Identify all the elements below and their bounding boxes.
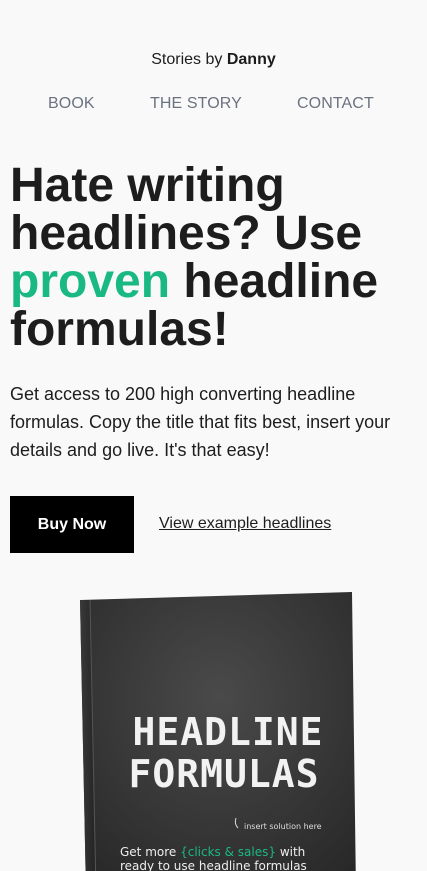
brand-name: Danny <box>226 51 276 68</box>
hero-description: Get access to 200 high converting headli… <box>10 384 391 460</box>
hero-headline: Hate writing headlines? Use proven headl… <box>10 162 420 354</box>
view-examples-link[interactable]: View example headlines <box>159 515 331 533</box>
brand-title: Stories by Danny <box>0 51 427 69</box>
book-tagline-line-2: ready to use headline formulas <box>120 859 307 871</box>
headline-accent: proven <box>10 255 171 308</box>
nav-item-book[interactable]: BOOK <box>48 95 95 113</box>
book-annotation: insert solution here <box>244 822 322 831</box>
nav-item-the-story[interactable]: THE STORY <box>150 95 242 113</box>
book-cover-image: HEADLINE FORMULAS insert solution here G… <box>78 592 356 871</box>
book-title-line-1: HEADLINE <box>132 710 323 754</box>
headline-part-1: Hate writing headlines? Use <box>10 159 363 260</box>
nav-item-contact[interactable]: CONTACT <box>297 95 374 113</box>
buy-now-button[interactable]: Buy Now <box>10 496 134 553</box>
brand-prefix: Stories by <box>151 51 227 68</box>
main-nav: BOOK THE STORY CONTACT <box>0 95 427 115</box>
book-title-line-2: FORMULAS <box>128 752 319 796</box>
book-tagline-line-1: Get more {clicks & sales} with <box>120 845 305 859</box>
